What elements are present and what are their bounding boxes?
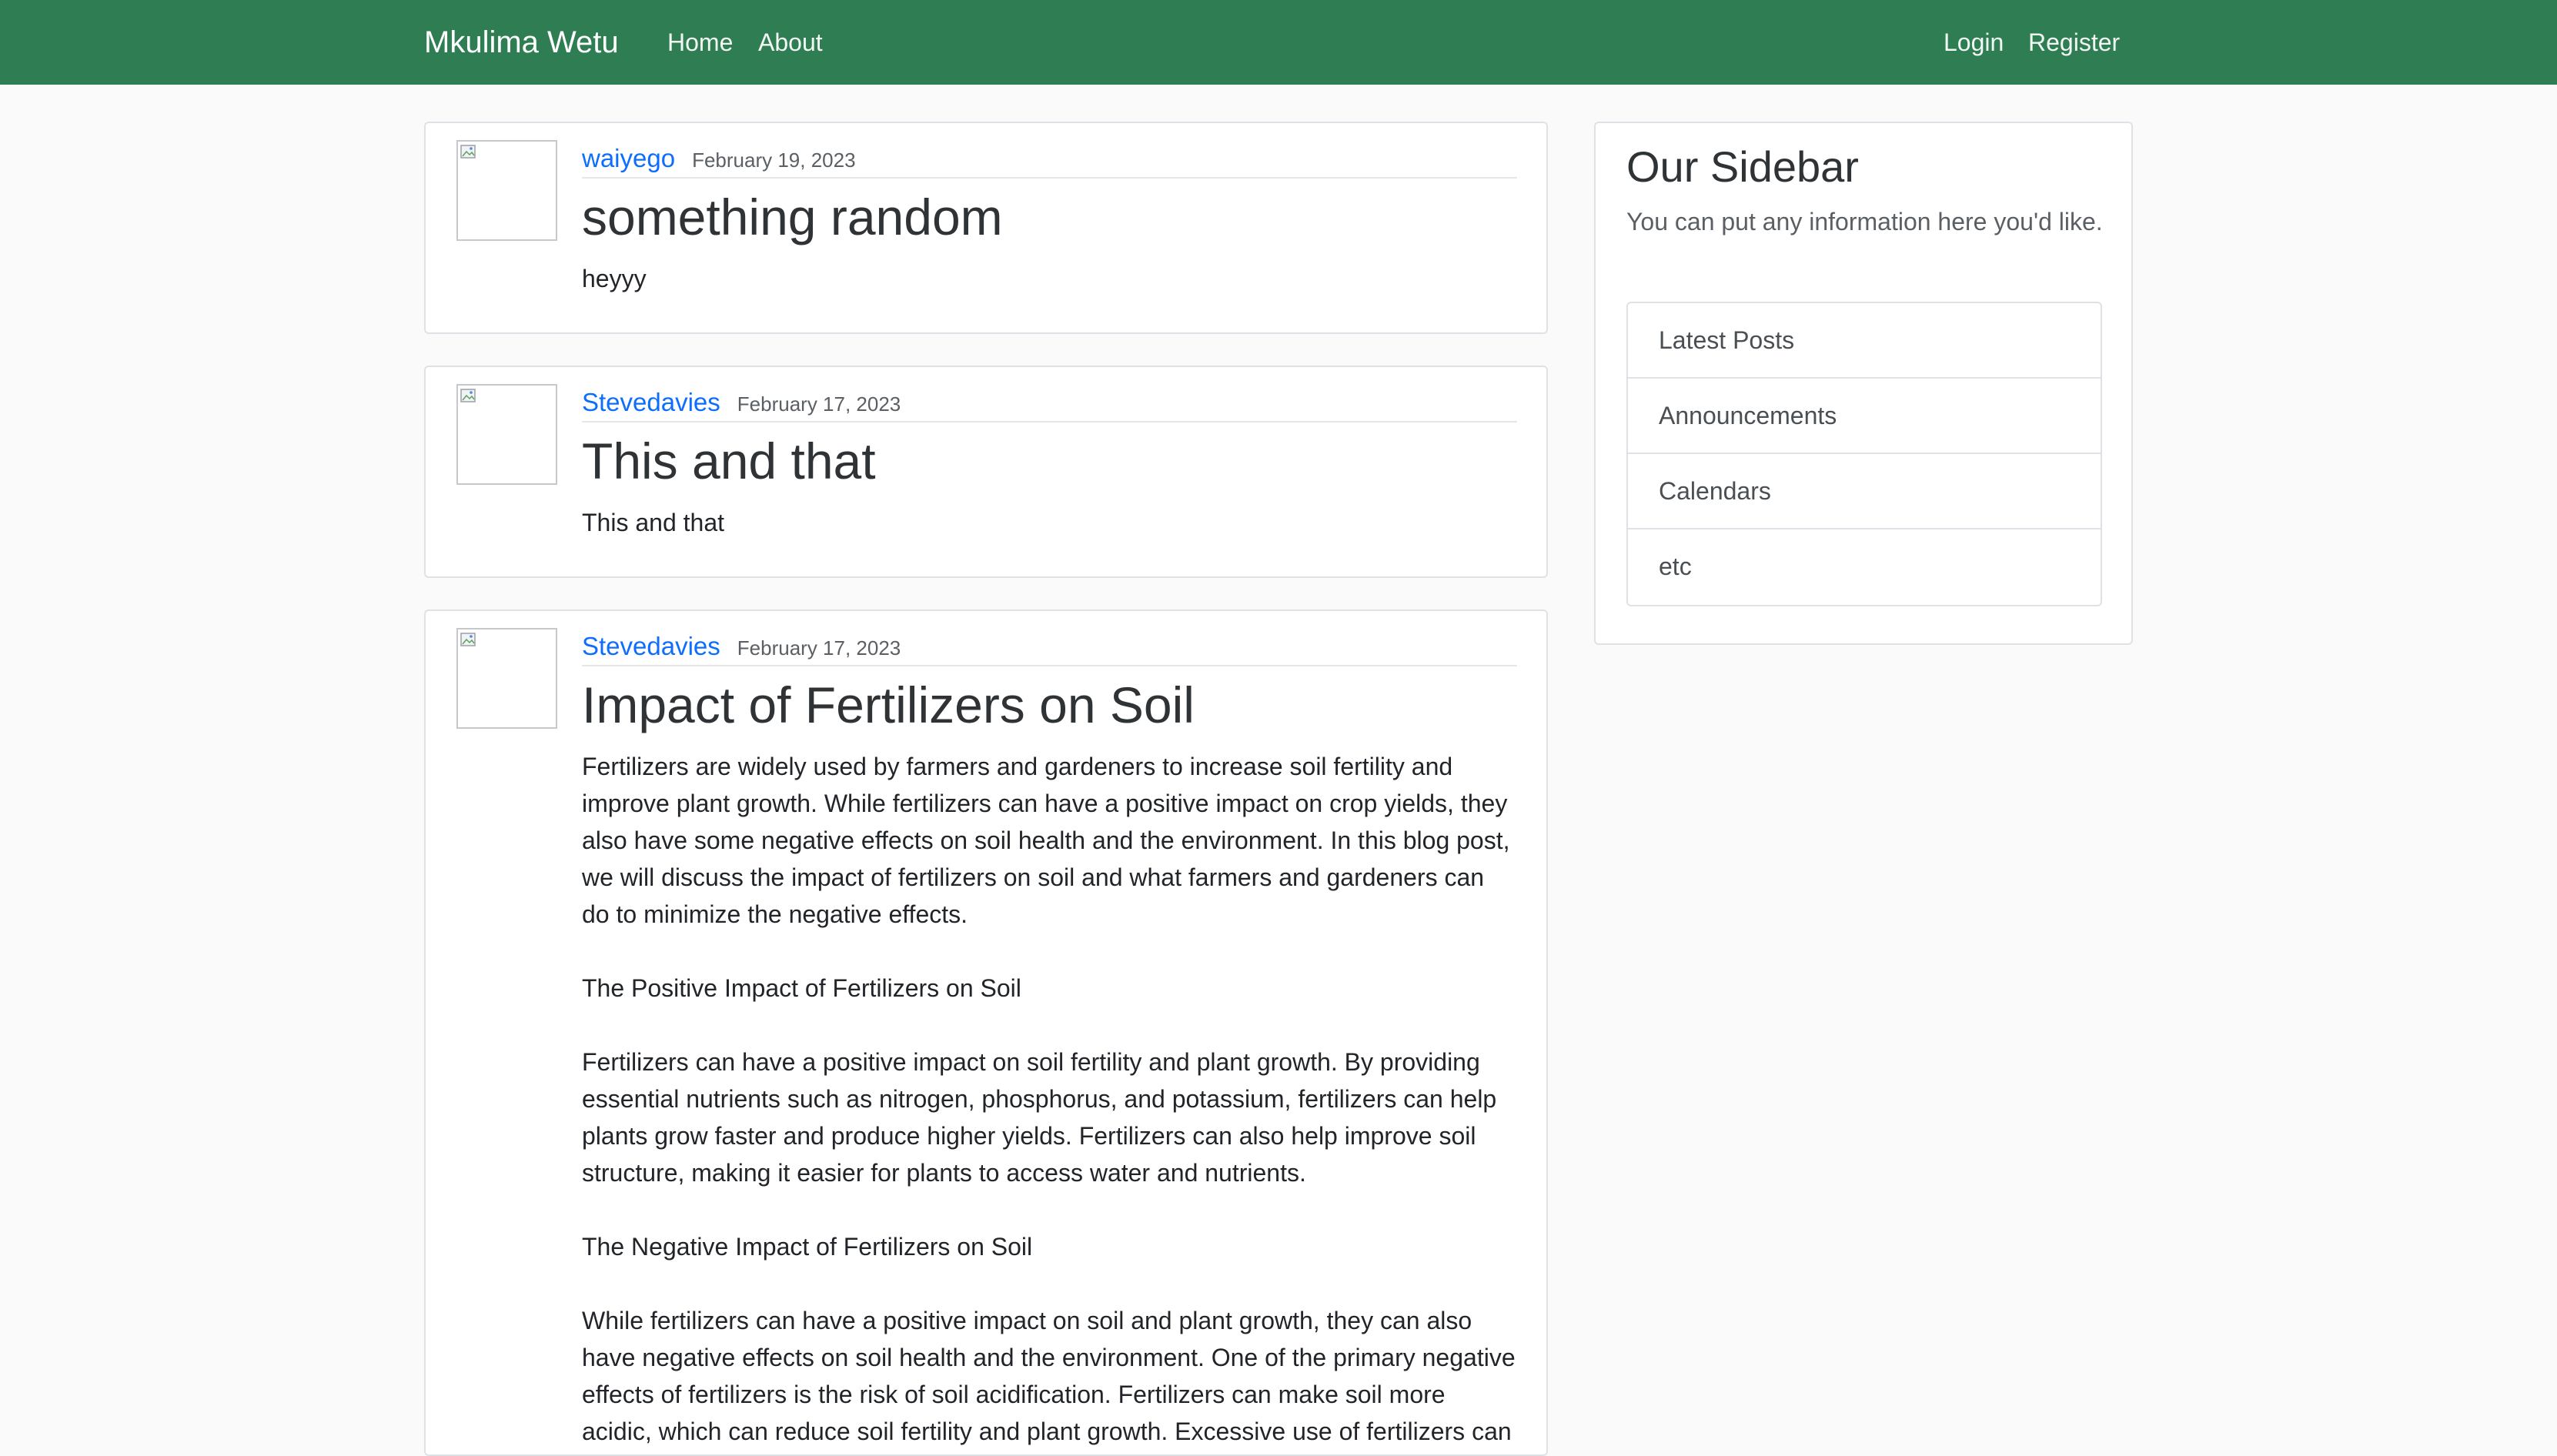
post-author-link[interactable]: waiyego: [582, 144, 675, 172]
nav-register-link[interactable]: Register: [2028, 25, 2120, 59]
sidebar-item-latest-posts[interactable]: Latest Posts: [1628, 303, 2101, 379]
post-date: February 19, 2023: [692, 149, 856, 172]
post-paragraph: While fertilizers can have a positive im…: [582, 1307, 1516, 1445]
post-content: heyyy: [582, 260, 1517, 332]
post-meta: Stevedavies February 17, 2023: [582, 386, 1517, 422]
sidebar-title: Our Sidebar: [1626, 142, 1859, 191]
post-subheading: The Positive Impact of Fertilizers on So…: [582, 974, 1021, 1002]
brand-link[interactable]: Mkulima Wetu: [424, 23, 619, 62]
post-title[interactable]: something random: [582, 186, 1003, 248]
post-card: Stevedavies February 17, 2023 Impact of F…: [424, 609, 1548, 1456]
post-author-link[interactable]: Stevedavies: [582, 388, 720, 416]
post-subheading: The Negative Impact of Fertilizers on So…: [582, 1233, 1033, 1261]
post-content: This and that: [582, 504, 1517, 576]
post-card: Stevedavies February 17, 2023 This and th…: [424, 366, 1548, 578]
author-avatar: [456, 628, 557, 729]
sidebar-item-announcements[interactable]: Announcements: [1628, 379, 2101, 454]
nav-about-link[interactable]: About: [758, 25, 823, 59]
nav-home-link[interactable]: Home: [667, 25, 733, 59]
post-author-link[interactable]: Stevedavies: [582, 632, 720, 660]
post-paragraph: heyyy: [582, 265, 647, 292]
post-paragraph: This and that: [582, 509, 724, 536]
post-paragraph: Fertilizers are widely used by farmers a…: [582, 753, 1510, 928]
sidebar: Our Sidebar You can put any information …: [1594, 122, 2133, 645]
author-avatar: [456, 384, 557, 485]
post-content: Fertilizers are widely used by farmers a…: [582, 748, 1517, 1454]
sidebar-item-calendars[interactable]: Calendars: [1628, 454, 2101, 529]
broken-image-icon: [460, 389, 476, 402]
author-avatar: [456, 140, 557, 241]
sidebar-description: You can put any information here you'd l…: [1626, 208, 2103, 235]
broken-image-icon: [460, 145, 476, 159]
post-meta: waiyego February 19, 2023: [582, 142, 1517, 179]
post-title[interactable]: Impact of Fertilizers on Soil: [582, 674, 1195, 736]
navbar: Mkulima Wetu Home About Login Register: [0, 0, 2557, 85]
post-date: February 17, 2023: [737, 636, 901, 660]
post-date: February 17, 2023: [737, 392, 901, 416]
nav-login-link[interactable]: Login: [1944, 25, 2004, 59]
post-paragraph: Fertilizers can have a positive impact o…: [582, 1048, 1497, 1187]
sidebar-list: Latest Posts Announcements Calendars etc: [1626, 302, 2102, 606]
sidebar-item-etc[interactable]: etc: [1628, 529, 2101, 605]
post-meta: Stevedavies February 17, 2023: [582, 629, 1517, 666]
post-title[interactable]: This and that: [582, 430, 876, 492]
post-card: waiyego February 19, 2023 something rando…: [424, 122, 1548, 334]
broken-image-icon: [460, 633, 476, 646]
